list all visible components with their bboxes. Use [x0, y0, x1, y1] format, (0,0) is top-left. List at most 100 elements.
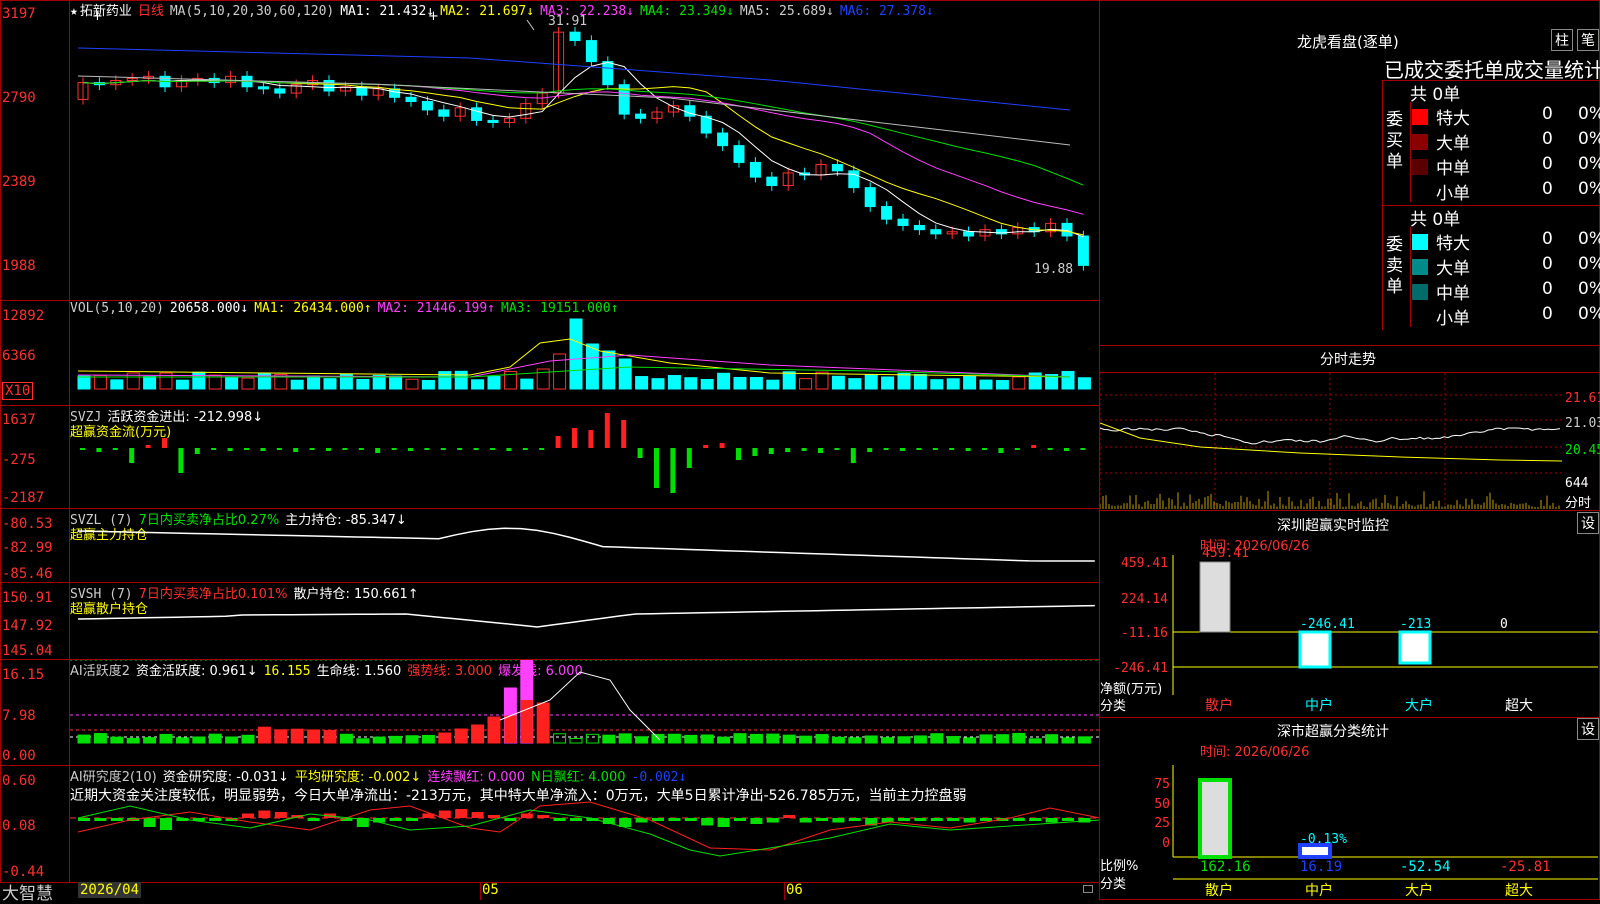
ai2-bar — [963, 818, 976, 823]
ai-active-axis-3: 0.00 — [2, 748, 36, 764]
ai2-bar — [717, 818, 730, 827]
kline-axis-1: 3197 — [2, 6, 36, 22]
candle-body — [897, 218, 909, 226]
ma10-line — [82, 79, 1084, 236]
vol-bar — [684, 377, 698, 390]
kline-axis-4: 1988 — [2, 258, 36, 274]
ai2-bar — [258, 810, 271, 818]
ai2-bar — [1045, 818, 1058, 823]
ai2-bar — [766, 818, 779, 823]
candle-body — [913, 224, 925, 231]
vol-bar — [454, 370, 468, 390]
ai2-bar — [78, 818, 90, 821]
candle-body — [963, 231, 975, 237]
ai-active-bar — [585, 733, 599, 744]
vol-bar — [175, 379, 189, 390]
ai-research-chart[interactable] — [70, 800, 1100, 882]
sz-monitor-settings-button[interactable]: 设 — [1577, 512, 1599, 534]
buy-row-color-swatch — [1412, 184, 1428, 200]
candle-body — [930, 229, 942, 235]
ai2-bar — [110, 818, 123, 821]
vol-bar — [946, 378, 960, 390]
candle-body — [585, 40, 597, 63]
svzj-chart[interactable] — [70, 406, 1100, 508]
ai-active-bar-base — [520, 700, 533, 743]
ai-active-chart[interactable] — [70, 660, 1100, 765]
vol-axis-2: 6366 — [2, 348, 36, 364]
ai-active-bar — [717, 736, 731, 744]
vol-bar — [635, 376, 649, 390]
ai-active-bar — [864, 735, 878, 744]
tick-mode-button[interactable]: 笔 — [1577, 29, 1599, 51]
ai2-bar — [930, 818, 943, 821]
vol-bar — [77, 375, 91, 390]
ai-active-bar — [159, 733, 173, 744]
sz-class-title: 深市超赢分类统计 — [1277, 724, 1389, 740]
vol-bar — [618, 358, 632, 390]
svsh-line — [77, 604, 1095, 628]
ai2-bar — [701, 818, 714, 826]
candle-body — [274, 88, 286, 94]
dragon-title: 龙虎看盘(逐单) — [1297, 33, 1399, 51]
ai-active-bar — [110, 736, 124, 744]
svzj-bar — [276, 448, 282, 450]
svzj-bar — [752, 448, 758, 456]
brand-logo[interactable]: 大智慧 — [2, 879, 53, 904]
svsh-chart[interactable] — [70, 583, 1100, 658]
buy-row-pct: 0% — [1578, 129, 1600, 149]
svzj-bar — [145, 445, 151, 448]
ai-research-name: AI研究度2(10) — [70, 770, 157, 785]
ai2-bar — [307, 818, 320, 821]
ai2-bar — [750, 818, 763, 824]
sz-class-value-label: 162.16 — [1200, 859, 1251, 875]
sz-class-settings-button[interactable]: 设 — [1577, 718, 1599, 740]
candle-body — [602, 61, 614, 86]
ai2-bar — [619, 818, 632, 827]
ai-active-bar — [1077, 736, 1091, 744]
date-label-3: 06 — [786, 882, 803, 898]
svzj-bar — [424, 448, 430, 450]
ai-active-bar — [175, 737, 189, 744]
sz-monitor-category-label: 大户 — [1405, 697, 1433, 714]
high-pointer — [526, 19, 535, 31]
ai-active-bar — [225, 736, 239, 744]
ai-active-axis-2: 7.98 — [2, 708, 36, 724]
svzj-bar — [850, 448, 856, 463]
candle-body — [389, 88, 401, 98]
ai-research-last: -0.002↓ — [631, 770, 687, 785]
ai-active-bar — [143, 737, 157, 744]
sz-monitor-category-label: 超大 — [1505, 698, 1533, 714]
svsh-axis-2: 147.92 — [2, 618, 53, 634]
vol-bar — [930, 379, 944, 390]
svzj-bar — [194, 448, 200, 454]
vol-chart[interactable] — [70, 301, 1100, 405]
candle-body — [1061, 222, 1073, 237]
svzj-bar — [162, 438, 167, 448]
ai-active-bar — [307, 729, 321, 744]
lock-icon[interactable] — [1083, 885, 1093, 893]
ai-active-bar — [208, 733, 222, 744]
bar-mode-button[interactable]: 柱 — [1551, 29, 1573, 51]
vol-bar — [471, 379, 485, 390]
vol-bar — [1077, 377, 1091, 390]
svzj-bar — [834, 448, 840, 450]
ai-active-bar — [963, 737, 977, 744]
svzj-bar — [326, 448, 331, 451]
candle-body — [323, 79, 335, 92]
svzj-bar — [785, 448, 791, 452]
ai-active-bar — [1045, 734, 1059, 744]
ai-active-bar — [93, 733, 107, 744]
ai-active-bar — [766, 733, 780, 744]
vol-bar — [569, 318, 583, 390]
vol-bar — [897, 372, 911, 390]
ai-active-bar — [618, 733, 632, 744]
svzj-bar — [391, 448, 397, 450]
candle-body — [733, 145, 745, 163]
vol-bar — [799, 378, 813, 390]
svzj-axis-3: -2187 — [2, 490, 45, 506]
svzl-chart[interactable] — [70, 509, 1100, 581]
buy-row-count: 0 — [1542, 129, 1553, 149]
kline-chart[interactable]: + + — [70, 0, 1100, 300]
intraday-chart[interactable] — [1100, 373, 1562, 509]
buy-row-color-swatch — [1412, 159, 1428, 175]
